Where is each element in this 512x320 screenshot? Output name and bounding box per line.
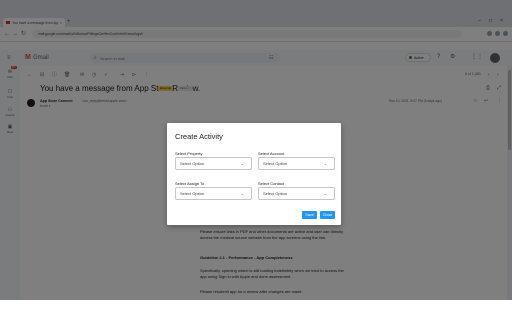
contact-label: Select Contact [258, 181, 285, 186]
assign-to-select[interactable]: Select Option ⌄ [175, 187, 252, 200]
account-select-value: Select Option [263, 161, 288, 166]
account-label: Select Account [258, 151, 285, 156]
chevron-down-icon: ⌄ [323, 161, 327, 166]
dialog-title: Create Activity [175, 132, 223, 141]
save-button[interactable]: Save [302, 211, 317, 219]
chevron-down-icon: ⌄ [240, 191, 244, 196]
chevron-down-icon: ⌄ [240, 161, 244, 166]
close-button[interactable]: Close [320, 211, 335, 219]
chevron-down-icon: ⌄ [323, 191, 327, 196]
assign-to-select-value: Select Option [180, 191, 205, 196]
property-label: Select Property [175, 151, 203, 156]
contact-select[interactable]: Select Option ⌄ [258, 187, 335, 200]
account-select[interactable]: Select Option ⌄ [258, 157, 335, 170]
assign-to-label: Select Assign To [175, 181, 205, 186]
bottom-strip [0, 300, 512, 320]
property-select-value: Select Option [180, 161, 205, 166]
contact-select-value: Select Option [263, 191, 288, 196]
create-activity-dialog: Create Activity Select Property Select O… [167, 123, 341, 225]
property-select[interactable]: Select Option ⌄ [175, 157, 252, 170]
